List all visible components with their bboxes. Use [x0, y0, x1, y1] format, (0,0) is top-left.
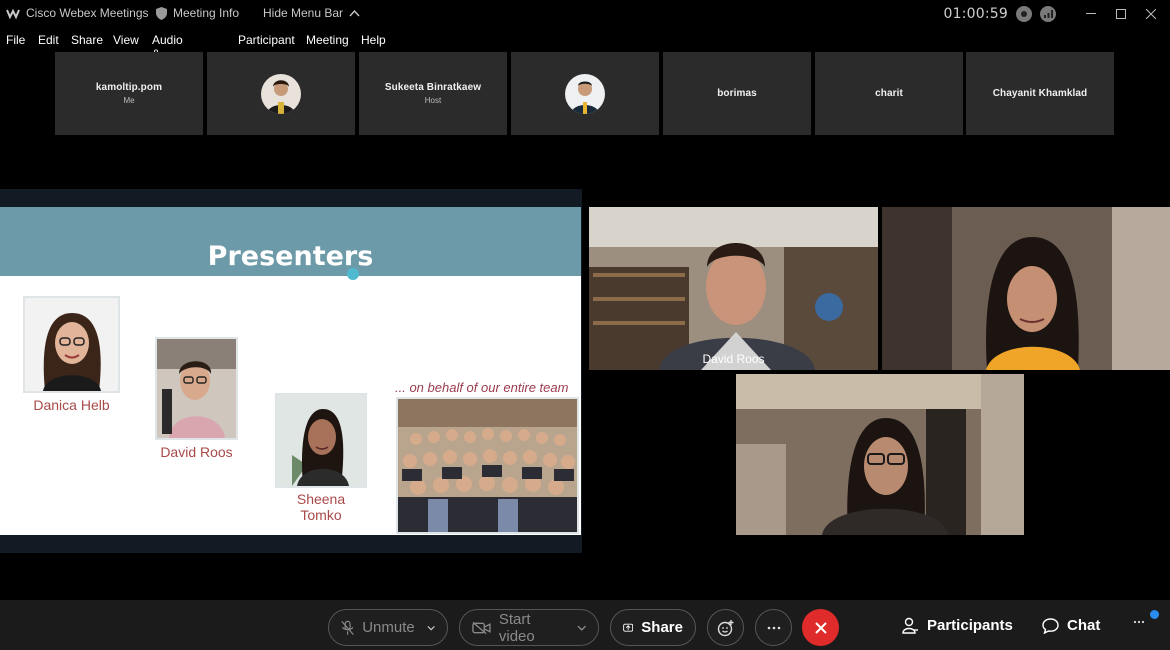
- participant-tile[interactable]: kamoltip.pom Me: [55, 52, 203, 135]
- presenter-name: Danica Helb: [33, 397, 110, 413]
- hide-menu-bar-button[interactable]: Hide Menu Bar: [263, 6, 360, 20]
- participants-button[interactable]: Participants: [902, 617, 1013, 634]
- participant-tile[interactable]: [207, 52, 355, 135]
- chat-button[interactable]: Chat: [1042, 617, 1100, 634]
- share-label: Share: [641, 619, 683, 636]
- avatar: [261, 73, 301, 114]
- menu-edit[interactable]: Edit: [38, 33, 59, 47]
- participant-name: kamoltip.pom: [95, 82, 163, 93]
- chevron-down-icon[interactable]: [427, 625, 435, 631]
- participants-icon: [902, 617, 918, 634]
- presenter-photo: [155, 337, 238, 440]
- emoji-reaction-icon: [717, 619, 733, 636]
- menu-participant[interactable]: Participant: [238, 33, 295, 47]
- more-horizontal-icon: [767, 626, 780, 629]
- participant-name: charit: [875, 88, 903, 99]
- participant-tile[interactable]: borimas: [663, 52, 811, 135]
- chat-icon: [1042, 617, 1059, 634]
- app-title: Cisco Webex Meetings: [6, 6, 149, 20]
- participant-name: Chayanit Khamklad: [992, 88, 1088, 99]
- shared-slide: Presenters Danica Helb David Roos Sheena…: [0, 207, 581, 535]
- participant-name: Sukeeta Binratkaew: [384, 82, 482, 93]
- presenter-photo: [23, 296, 120, 393]
- participant-role: Host: [424, 96, 442, 105]
- slide-accent-dot: [347, 268, 359, 280]
- team-photo: [396, 397, 579, 534]
- presenter-name: David Roos: [160, 444, 233, 460]
- avatar: [565, 73, 605, 114]
- menu-share[interactable]: Share: [71, 33, 103, 47]
- leave-meeting-button[interactable]: [802, 609, 839, 646]
- network-signal-icon[interactable]: [1040, 6, 1056, 22]
- start-video-label: Start video: [498, 610, 535, 645]
- close-icon[interactable]: [1136, 9, 1166, 19]
- more-options-button[interactable]: [755, 609, 792, 646]
- menu-help[interactable]: Help: [361, 33, 386, 47]
- close-icon: [814, 621, 827, 634]
- meeting-info-button[interactable]: Meeting Info: [156, 6, 239, 20]
- chat-label: Chat: [1067, 617, 1101, 634]
- titlebar-right: 01:00:59: [944, 0, 1170, 28]
- participants-label: Participants: [927, 617, 1013, 634]
- share-button[interactable]: Share: [610, 609, 696, 646]
- participant-name: borimas: [717, 88, 757, 99]
- title-bar: Cisco Webex Meetings Meeting Info Hide M…: [0, 0, 1170, 28]
- notification-badge: [1150, 610, 1159, 619]
- menu-meeting[interactable]: Meeting: [306, 33, 349, 47]
- slide-title: Presenters: [207, 241, 374, 272]
- minimize-icon[interactable]: [1076, 13, 1106, 15]
- chevron-up-icon: [349, 9, 360, 17]
- team-label: ... on behalf of our entire team: [395, 380, 569, 395]
- presenter-photo: [275, 393, 367, 488]
- app-name: Cisco Webex Meetings: [26, 6, 149, 20]
- unmute-label: Unmute: [362, 619, 415, 636]
- chevron-down-icon[interactable]: [577, 625, 586, 631]
- participant-tile[interactable]: Chayanit Khamklad: [966, 52, 1114, 135]
- menu-file[interactable]: File: [6, 33, 25, 47]
- participant-tile[interactable]: charit: [815, 52, 963, 135]
- microphone-muted-icon: [341, 620, 354, 635]
- menu-view[interactable]: View: [113, 33, 139, 47]
- meeting-timer: 01:00:59: [943, 6, 1008, 22]
- unmute-button[interactable]: Unmute: [328, 609, 448, 646]
- presenter-name: Sheena Tomko: [296, 491, 346, 523]
- webex-logo-icon: [6, 8, 20, 20]
- video-tile[interactable]: [882, 207, 1170, 370]
- participant-tile[interactable]: [511, 52, 659, 135]
- hide-menu-label: Hide Menu Bar: [263, 6, 344, 20]
- share-screen-icon: [623, 623, 634, 632]
- meeting-info-label: Meeting Info: [173, 6, 240, 20]
- more-horizontal-icon: [1133, 620, 1145, 624]
- more-panels-button[interactable]: [1133, 620, 1145, 624]
- video-tile[interactable]: [736, 374, 1024, 535]
- participant-role: Me: [123, 96, 135, 105]
- video-off-icon: [472, 621, 491, 634]
- video-name-label: David Roos: [702, 352, 765, 366]
- record-icon[interactable]: [1016, 6, 1032, 22]
- video-tile-active-speaker[interactable]: David Roos: [589, 207, 878, 370]
- participant-tile[interactable]: Sukeeta Binratkaew Host: [359, 52, 507, 135]
- reactions-button[interactable]: [707, 609, 744, 646]
- maximize-icon[interactable]: [1106, 9, 1136, 19]
- shield-icon: [156, 6, 167, 20]
- start-video-button[interactable]: Start video: [459, 609, 599, 646]
